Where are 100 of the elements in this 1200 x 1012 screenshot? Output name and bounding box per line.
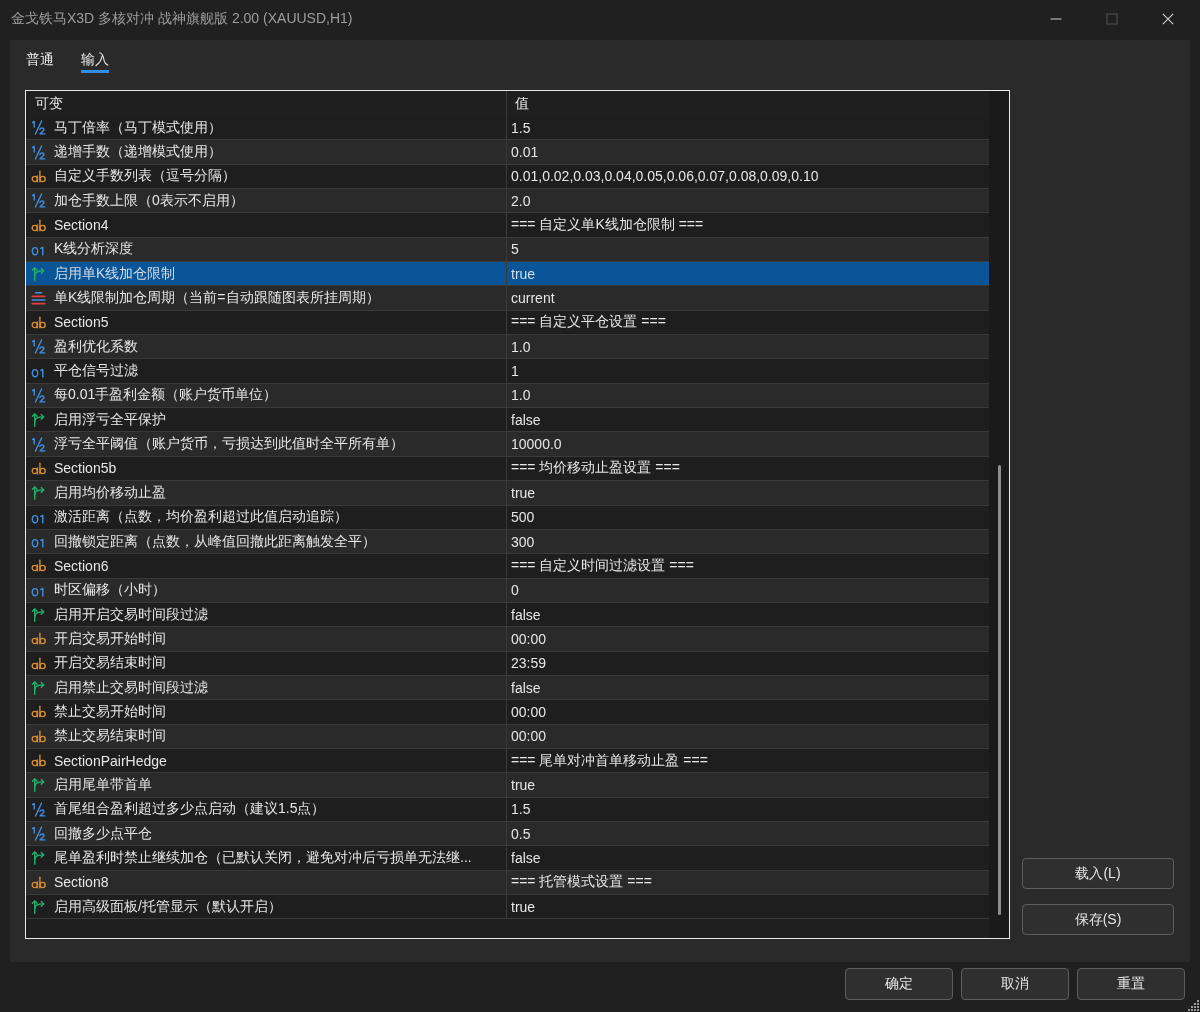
- parameter-name: 首尾组合盈利超过多少点启动（建议1.5点）: [54, 800, 326, 819]
- parameter-name: Section5b: [54, 460, 117, 477]
- table-row[interactable]: 每0.01手盈利金额（账户货币单位） 1.0: [26, 383, 989, 409]
- table-row[interactable]: 盈利优化系数 1.0: [26, 335, 989, 360]
- table-row[interactable]: 启用尾单带首单 true: [26, 773, 989, 798]
- table-row[interactable]: 禁止交易开始时间 00:00: [26, 700, 989, 725]
- table-row[interactable]: 首尾组合盈利超过多少点启动（建议1.5点） 1.5: [26, 797, 989, 822]
- table-row[interactable]: SectionPairHedge === 尾单对冲首单移动止盈 ===: [26, 748, 989, 774]
- table-row[interactable]: 禁止交易结束时间 00:00: [26, 724, 989, 749]
- branch-arrow-icon: [31, 680, 46, 696]
- ab-letters-icon: [31, 728, 46, 744]
- table-row[interactable]: Section4 === 自定义单K线加仓限制 ===: [26, 213, 989, 238]
- parameter-value: 10000.0: [511, 436, 562, 453]
- table-row[interactable]: 启用开启交易时间段过滤 false: [26, 602, 989, 628]
- parameter-value: 500: [511, 509, 535, 526]
- parameter-value: true: [511, 776, 536, 793]
- table-row[interactable]: 启用禁止交易时间段过滤 false: [26, 675, 989, 701]
- ab-letters-icon: [31, 753, 46, 769]
- parameter-value: false: [511, 850, 541, 866]
- ok-button[interactable]: 确定: [845, 968, 953, 1000]
- table-row[interactable]: 浮亏全平阈值（账户货币，亏损达到此值时全平所有单） 10000.0: [26, 432, 989, 457]
- parameter-value: 5: [511, 241, 519, 258]
- ab-letters-icon: [31, 655, 46, 671]
- ab-letters-icon: [31, 631, 46, 647]
- parameter-name: 回撤锁定距离（点数，从峰值回撤此距离触发全平）: [54, 532, 376, 551]
- half-fraction-icon: [31, 120, 46, 136]
- stacked-lines-icon: [31, 290, 46, 306]
- parameter-value: 1: [511, 363, 519, 380]
- table-row[interactable]: Section6 === 自定义时间过滤设置 ===: [26, 554, 989, 579]
- table-row[interactable]: 单K线限制加仓周期（当前=自动跟随图表所挂周期） current: [26, 286, 989, 311]
- half-fraction-icon: [31, 826, 46, 842]
- parameter-value: === 自定义单K线加仓限制 ===: [511, 216, 704, 235]
- table-row[interactable]: 回撤锁定距离（点数，从峰值回撤此距离触发全平） 300: [26, 529, 989, 555]
- table-row[interactable]: Section8 === 托管模式设置 ===: [26, 870, 989, 895]
- table-row[interactable]: 启用浮亏全平保护 false: [26, 408, 989, 433]
- parameter-name: 自定义手数列表（逗号分隔）: [54, 167, 236, 186]
- column-header: 可变: [34, 94, 64, 113]
- parameter-value: 0.01: [511, 144, 539, 160]
- parameter-name: Section5: [54, 314, 109, 331]
- table-row[interactable]: 启用单K线加仓限制 true: [26, 262, 989, 287]
- parameter-value: false: [511, 606, 541, 623]
- branch-arrow-icon: [31, 607, 46, 623]
- table-row[interactable]: 激活距离（点数，均价盈利超过此值启动追踪） 500: [26, 505, 989, 530]
- parameter-value: 00:00: [511, 703, 547, 720]
- parameter-name: 马丁倍率（马丁模式使用）: [54, 118, 222, 137]
- table-row[interactable]: 启用均价移动止盈 true: [26, 481, 989, 506]
- ab-letters-icon: [31, 558, 46, 574]
- half-fraction-icon: [31, 339, 46, 355]
- table-row[interactable]: 自定义手数列表（逗号分隔） 0.01,0.02,0.03,0.04,0.05,0.06,0.07,0.08,0.09,0.10: [26, 164, 989, 190]
- load-button[interactable]: 载入(L): [1022, 858, 1174, 889]
- table-row[interactable]: 开启交易结束时间 23:59: [26, 651, 989, 676]
- parameter-name: 尾单盈利时禁止继续加仓（已默认关闭，避免对冲后亏损单无法继...: [54, 849, 472, 867]
- parameter-value: 00:00: [511, 630, 547, 647]
- parameter-name: 禁止交易结束时间: [54, 727, 166, 746]
- branch-arrow-icon: [31, 777, 46, 793]
- parameter-name: 启用均价移动止盈: [54, 483, 166, 502]
- parameter-value: current: [511, 290, 555, 307]
- scrollbar-thumb[interactable]: [997, 465, 1001, 915]
- table-row[interactable]: 平仓信号过滤 1: [26, 359, 989, 384]
- ab-letters-icon: [31, 704, 46, 720]
- half-fraction-icon: [31, 801, 46, 817]
- parameter-name: 开启交易结束时间: [54, 654, 166, 673]
- parameter-value: 1.5: [511, 119, 531, 136]
- half-fraction-icon: [31, 193, 46, 209]
- parameter-value: 00:00: [511, 728, 547, 745]
- tab[interactable]: 普通: [26, 49, 54, 73]
- save-button[interactable]: 保存(S): [1022, 904, 1174, 935]
- table-row[interactable]: 马丁倍率（马丁模式使用） 1.5: [26, 116, 989, 141]
- table-row[interactable]: 时区偏移（小时） 0: [26, 578, 989, 603]
- parameter-value: false: [511, 411, 541, 428]
- parameter-value: 1.0: [511, 387, 531, 404]
- branch-arrow-icon: [31, 412, 46, 428]
- parameter-value: 1.5: [511, 801, 531, 818]
- table-row[interactable]: K线分析深度 5: [26, 237, 989, 263]
- reset-button[interactable]: 重置: [1077, 968, 1185, 1000]
- parameter-value: === 尾单对冲首单移动止盈 ===: [511, 751, 708, 770]
- table-row[interactable]: 尾单盈利时禁止继续加仓（已默认关闭，避免对冲后亏损单无法继... false: [26, 846, 989, 871]
- parameter-value: === 自定义时间过滤设置 ===: [511, 556, 694, 575]
- branch-arrow-icon: [31, 485, 46, 501]
- tab[interactable]: 输入: [81, 49, 109, 73]
- parameter-value: === 均价移动止盈设置 ===: [511, 459, 680, 478]
- table-row[interactable]: 启用高级面板/托管显示（默认开启） true: [26, 895, 989, 920]
- scrollbar-track[interactable]: [989, 91, 1009, 938]
- ab-letters-icon: [31, 314, 46, 330]
- parameter-name: 启用高级面板/托管显示（默认开启）: [54, 897, 282, 916]
- resize-grip-icon: [1188, 999, 1200, 1011]
- parameter-value: true: [511, 265, 536, 282]
- table-row[interactable]: 回撤多少点平仓 0.5: [26, 821, 989, 847]
- table-row[interactable]: 递增手数（递增模式使用） 0.01: [26, 140, 989, 165]
- parameter-value: 0.01,0.02,0.03,0.04,0.05,0.06,0.07,0.08,0.09,0.10: [511, 168, 819, 185]
- table-row[interactable]: 加仓手数上限（0表示不启用） 2.0: [26, 189, 989, 214]
- parameter-name: Section6: [54, 557, 109, 574]
- branch-arrow-icon: [31, 266, 46, 282]
- close-icon: [1162, 12, 1174, 25]
- cancel-button[interactable]: 取消: [961, 968, 1069, 1000]
- table-row[interactable]: Section5b === 均价移动止盈设置 ===: [26, 456, 989, 482]
- table-row[interactable]: Section5 === 自定义平仓设置 ===: [26, 310, 989, 336]
- parameter-value: true: [511, 898, 536, 915]
- parameter-value: 300: [511, 533, 535, 550]
- table-row[interactable]: 开启交易开始时间 00:00: [26, 627, 989, 652]
